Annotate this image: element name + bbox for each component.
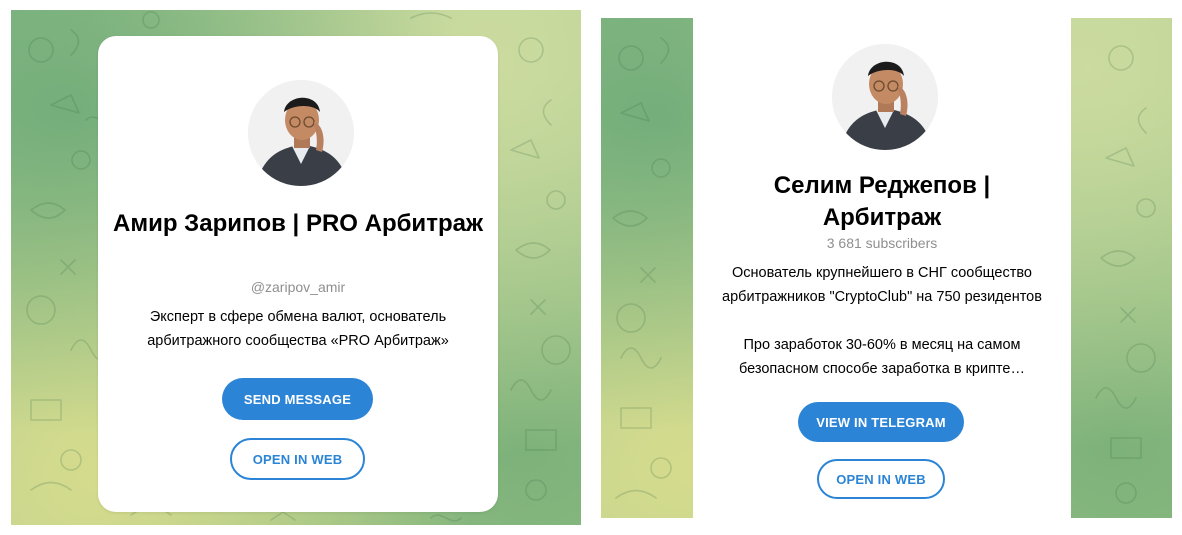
channel-card: Селим Реджепов | Арбитраж 3 681 subscrib… [693,18,1071,518]
avatar-photo-icon [248,80,354,186]
channel-description: Эксперт в сфере обмена валют, основатель… [147,309,449,349]
right-channel-preview: Селим Реджепов | Арбитраж 3 681 subscrib… [601,18,1172,518]
channel-description: Основатель крупнейшего в СНГ сообщество … [722,265,1042,377]
channel-username: @zaripov_amir [250,279,346,295]
avatar [248,80,354,186]
send-message-button[interactable]: SEND MESSAGE [222,378,373,420]
open-in-web-button[interactable]: OPEN IN WEB [817,459,945,499]
avatar-photo-icon [832,44,938,150]
left-channel-preview: Амир Зарипов | PRO Арбитраж @zaripov_ami… [11,10,581,525]
view-in-telegram-button[interactable]: VIEW IN TELEGRAM [798,402,964,442]
open-in-web-button[interactable]: OPEN IN WEB [230,438,365,480]
subscriber-count: 3 681 subscribers [826,235,938,251]
avatar [832,44,938,150]
channel-title: Селим Реджепов | Арбитраж [773,172,991,231]
channel-card: Амир Зарипов | PRO Арбитраж @zaripov_ami… [98,36,498,512]
channel-title: Амир Зарипов | PRO Арбитраж [113,210,483,237]
